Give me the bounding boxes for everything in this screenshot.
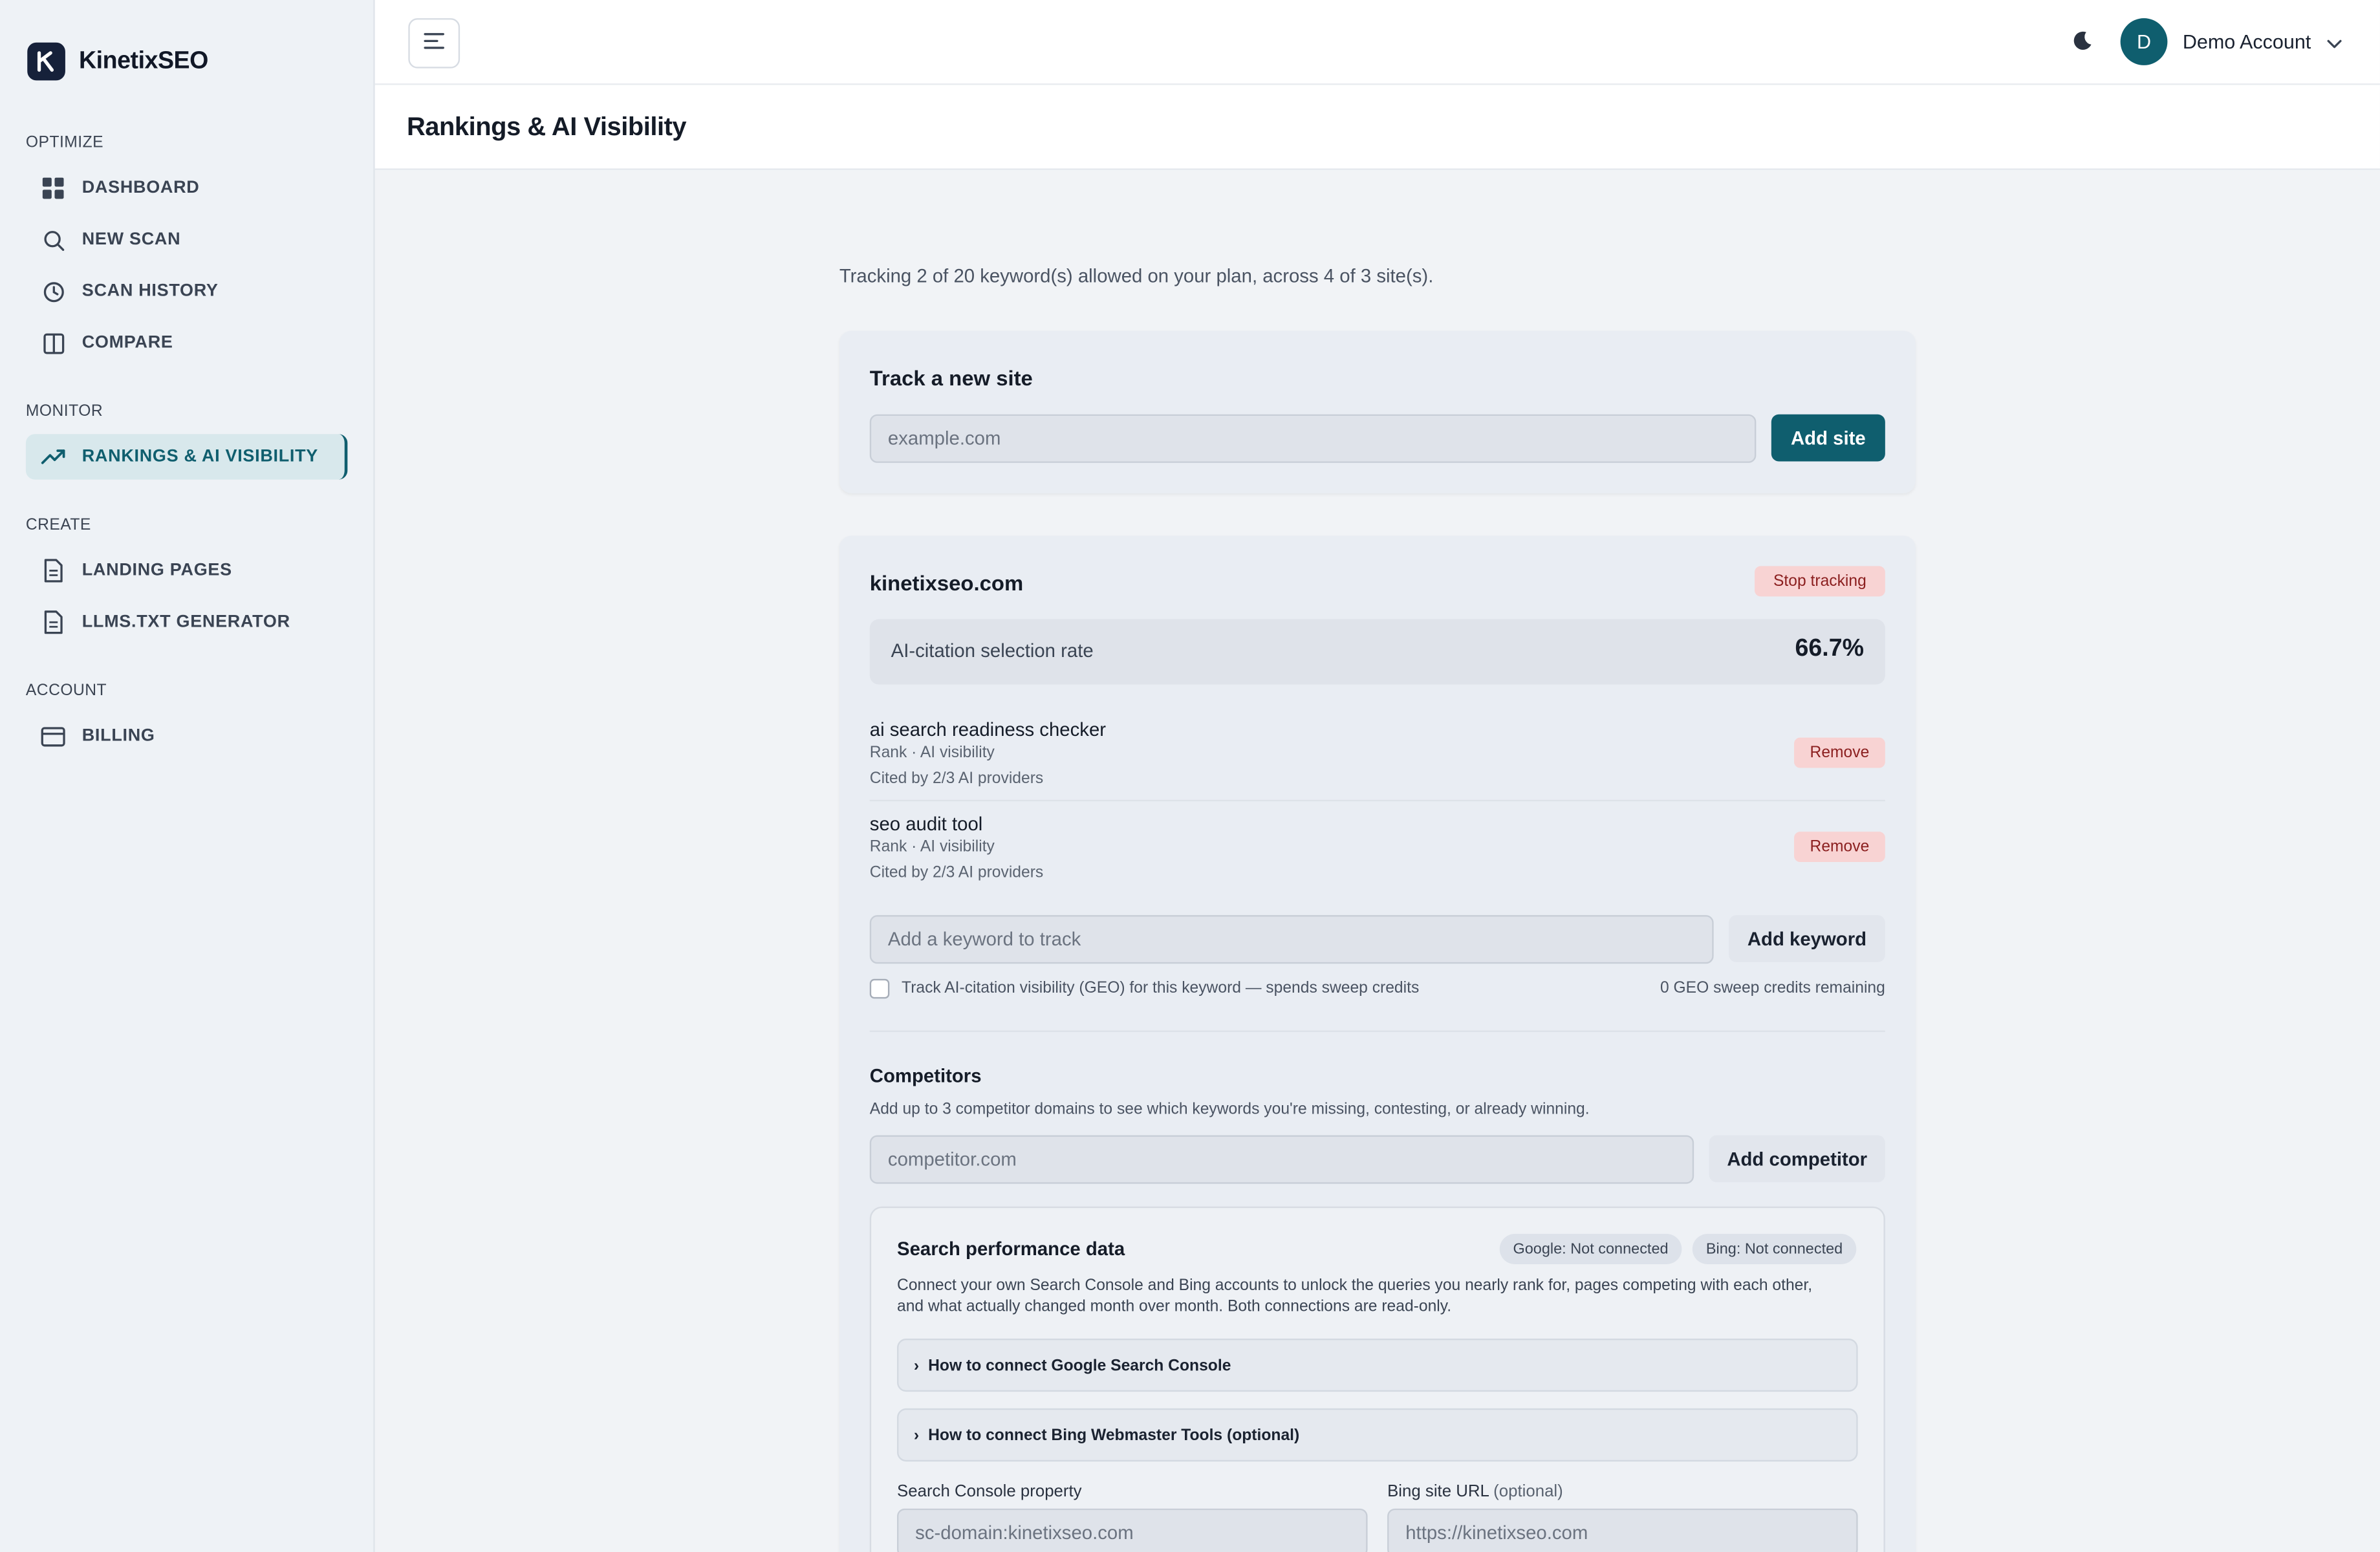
nav-section-optimize: OPTIMIZE (25, 133, 104, 152)
sidebar-item-llms-txt[interactable]: LLMS.TXT GENERATOR (26, 599, 348, 645)
geo-credits: 0 GEO sweep credits remaining (1660, 978, 1885, 997)
credit-card-icon (41, 724, 65, 748)
metric-value: 66.7% (1795, 636, 1864, 662)
accordion-google[interactable]: › How to connect Google Search Console (897, 1338, 1858, 1392)
chevron-right-icon: › (913, 1425, 920, 1445)
account-name[interactable]: Demo Account (2183, 30, 2311, 53)
sidebar-item-label: LANDING PAGES (81, 561, 232, 580)
columns-icon (41, 331, 65, 356)
accordion-label: How to connect Google Search Console (928, 1355, 1231, 1375)
remove-keyword-button[interactable]: Remove (1794, 832, 1885, 863)
brand[interactable]: KinetixSEO (27, 42, 208, 81)
keyword-citation: Cited by 2/3 AI providers (869, 863, 1044, 882)
clock-icon (41, 279, 65, 304)
menu-toggle-button[interactable] (408, 18, 460, 69)
site-url-input[interactable]: example.com (869, 414, 1757, 463)
sidebar-item-compare[interactable]: COMPARE (26, 320, 348, 365)
menu-icon (424, 30, 445, 57)
add-site-button[interactable]: Add site (1771, 414, 1885, 462)
optional-tag: (optional) (1493, 1482, 1563, 1502)
card-title: Track a new site (869, 365, 1033, 391)
accordion-label: How to connect Bing Webmaster Tools (opt… (928, 1425, 1300, 1445)
page-header: Rankings & AI Visibility (374, 85, 2380, 170)
sc-property-label: Search Console property (897, 1482, 1082, 1502)
page-title: Rankings & AI Visibility (406, 112, 687, 142)
competitors-title: Competitors (869, 1065, 982, 1087)
competitor-input[interactable]: competitor.com (869, 1135, 1694, 1184)
sidebar-item-rankings[interactable]: RANKINGS & AI VISIBILITY (25, 434, 348, 480)
sidebar-item-billing[interactable]: BILLING (26, 713, 348, 759)
sidebar-item-label: BILLING (81, 727, 155, 746)
sidebar-item-scan-history[interactable]: SCAN HISTORY (26, 268, 348, 314)
keyword-citation: Cited by 2/3 AI providers (869, 769, 1044, 788)
brand-name: KinetixSEO (79, 47, 208, 74)
track-new-site-card: Track a new site example.com Add site (839, 330, 1916, 493)
document-icon (41, 610, 65, 634)
sidebar-item-label: LLMS.TXT GENERATOR (81, 613, 290, 632)
bing-site-label: Bing site URL (optional) (1387, 1483, 1563, 1501)
sidebar-item-landing-pages[interactable]: LANDING PAGES (26, 548, 348, 593)
accordion-bing[interactable]: › How to connect Bing Webmaster Tools (o… (897, 1408, 1858, 1462)
nav-section-create: CREATE (25, 515, 91, 535)
bing-site-input[interactable]: https://kinetixseo.com (1387, 1508, 1858, 1552)
sidebar-item-dashboard[interactable]: DASHBOARD (26, 166, 348, 211)
trending-up-icon (41, 445, 65, 469)
keyword-status: Rank · AI visibility (869, 743, 995, 762)
sc-property-input[interactable]: sc-domain:kinetixseo.com (897, 1508, 1368, 1552)
moon-icon[interactable] (2070, 29, 2097, 56)
bing-status-badge: Bing: Not connected (1692, 1234, 1857, 1264)
keyword-status: Rank · AI visibility (869, 837, 995, 856)
keyword-input[interactable]: Add a keyword to track (869, 915, 1714, 964)
keyword-placeholder: Add a keyword to track (887, 929, 1081, 951)
geo-checkbox[interactable] (869, 978, 890, 999)
divider (869, 799, 1885, 802)
add-competitor-button[interactable]: Add competitor (1709, 1135, 1885, 1183)
sidebar-item-label: RANKINGS & AI VISIBILITY (81, 447, 319, 466)
search-icon (41, 228, 65, 252)
sidebar-item-new-scan[interactable]: NEW SCAN (26, 217, 348, 263)
geo-checkbox-label: Track AI-citation visibility (GEO) for t… (902, 978, 1420, 997)
keyword-name: ai search readiness checker (869, 719, 1107, 741)
add-keyword-button[interactable]: Add keyword (1729, 915, 1885, 962)
sidebar-item-label: COMPARE (81, 334, 173, 352)
topbar: D Demo Account (374, 0, 2380, 85)
sidebar-item-label: DASHBOARD (81, 178, 200, 198)
document-icon (41, 559, 65, 583)
search-performance-title: Search performance data (897, 1238, 1125, 1260)
nav-section-monitor: MONITOR (25, 402, 103, 421)
search-performance-card: Search performance data Google: Not conn… (869, 1206, 1885, 1552)
grid-icon (41, 176, 65, 200)
chevron-right-icon: › (913, 1355, 920, 1375)
sidebar-item-label: SCAN HISTORY (81, 282, 219, 301)
stop-tracking-button[interactable]: Stop tracking (1755, 566, 1885, 597)
sidebar-item-label: NEW SCAN (81, 230, 181, 249)
bing-site-label-text: Bing site URL (1387, 1482, 1489, 1502)
site-card: kinetixseo.com Stop tracking AI-citation… (839, 535, 1916, 1552)
site-domain: kinetixseo.com (869, 570, 1024, 595)
google-status-badge: Google: Not connected (1499, 1234, 1682, 1264)
ai-citation-metric: AI-citation selection rate 66.7% (869, 619, 1885, 685)
tracking-note: Tracking 2 of 20 keyword(s) allowed on y… (839, 265, 1434, 287)
search-performance-description-line2: and what actually changed month over mon… (897, 1297, 1452, 1316)
avatar[interactable]: D (2120, 18, 2168, 65)
metric-label: AI-citation selection rate (891, 640, 1094, 662)
bing-site-value: https://kinetixseo.com (1405, 1522, 1588, 1544)
sc-property-value: sc-domain:kinetixseo.com (915, 1522, 1134, 1544)
competitors-description: Add up to 3 competitor domains to see wh… (869, 1100, 1590, 1119)
divider (869, 1030, 1885, 1032)
sidebar: KinetixSEO OPTIMIZE DASHBOARD NEW SCAN S… (0, 0, 375, 1552)
nav-section-account: ACCOUNT (25, 681, 107, 700)
remove-keyword-button[interactable]: Remove (1794, 737, 1885, 768)
competitor-placeholder: competitor.com (887, 1148, 1017, 1170)
site-url-placeholder: example.com (887, 427, 1001, 449)
keyword-name: seo audit tool (869, 813, 983, 835)
chevron-down-icon[interactable] (2325, 34, 2343, 52)
search-performance-description-line1: Connect your own Search Console and Bing… (897, 1276, 1813, 1295)
logo-icon (27, 42, 65, 81)
